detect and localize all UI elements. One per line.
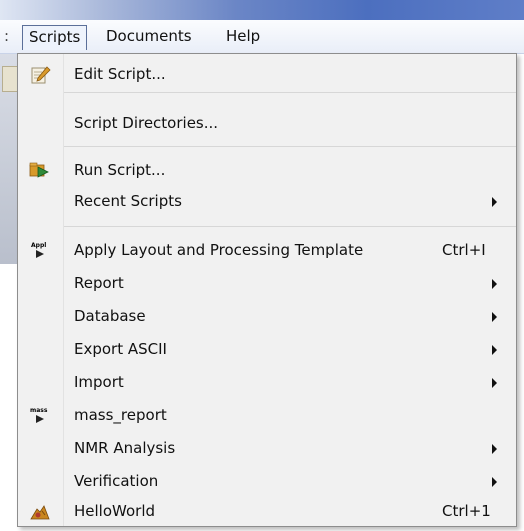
menu-separator bbox=[64, 92, 516, 93]
menu-documents[interactable]: Documents bbox=[100, 25, 198, 48]
title-bar bbox=[0, 0, 524, 20]
background-tool-icon bbox=[2, 66, 18, 92]
menu-separator bbox=[64, 146, 516, 147]
submenu-arrow-icon bbox=[492, 279, 497, 289]
menu-item-shortcut: Ctrl+I bbox=[442, 241, 486, 259]
menu-item-edit-script[interactable]: Edit Script... bbox=[18, 58, 516, 91]
edit-script-icon bbox=[29, 65, 51, 85]
menu-bar: : Scripts Documents Help bbox=[0, 20, 524, 54]
mass-report-icon: mass bbox=[29, 406, 51, 426]
menu-item-export-ascii[interactable]: Export ASCII bbox=[18, 333, 516, 366]
run-script-icon bbox=[29, 161, 51, 181]
menu-item-label: Edit Script... bbox=[74, 65, 166, 83]
menu-item-mass-report[interactable]: mass mass_report bbox=[18, 399, 516, 432]
menu-item-recent-scripts[interactable]: Recent Scripts bbox=[18, 185, 516, 218]
menu-item-label: NMR Analysis bbox=[74, 439, 176, 457]
menu-separator bbox=[64, 226, 516, 227]
menu-item-import[interactable]: Import bbox=[18, 366, 516, 399]
menu-item-verification[interactable]: Verification bbox=[18, 465, 516, 498]
submenu-arrow-icon bbox=[492, 197, 497, 207]
menu-bar-stub: : bbox=[4, 27, 10, 45]
menu-item-nmr-analysis[interactable]: NMR Analysis bbox=[18, 432, 516, 465]
menu-item-label: Database bbox=[74, 307, 146, 325]
menu-item-label: Verification bbox=[74, 472, 159, 490]
menu-item-label: Export ASCII bbox=[74, 340, 167, 358]
menu-item-report[interactable]: Report bbox=[18, 267, 516, 300]
submenu-arrow-icon bbox=[492, 378, 497, 388]
menu-item-label: Import bbox=[74, 373, 124, 391]
submenu-arrow-icon bbox=[492, 345, 497, 355]
menu-item-label: Script Directories... bbox=[74, 114, 219, 132]
menu-item-label: Apply Layout and Processing Template bbox=[74, 241, 364, 259]
menu-help[interactable]: Help bbox=[220, 25, 266, 48]
menu-item-label: Run Script... bbox=[74, 161, 166, 179]
hello-world-icon bbox=[29, 502, 51, 522]
menu-item-database[interactable]: Database bbox=[18, 300, 516, 333]
scripts-dropdown-menu: Edit Script... Script Directories... Run… bbox=[17, 53, 517, 527]
submenu-arrow-icon bbox=[492, 444, 497, 454]
menu-item-run-script[interactable]: Run Script... bbox=[18, 154, 516, 187]
menu-scripts[interactable]: Scripts bbox=[22, 25, 88, 50]
submenu-arrow-icon bbox=[492, 477, 497, 487]
submenu-arrow-icon bbox=[492, 312, 497, 322]
menu-item-label: Recent Scripts bbox=[74, 192, 182, 210]
menu-item-label: HelloWorld bbox=[74, 502, 156, 520]
menu-item-script-directories[interactable]: Script Directories... bbox=[18, 107, 516, 140]
apply-template-icon: Appl bbox=[29, 241, 51, 261]
menu-item-shortcut: Ctrl+1 bbox=[442, 502, 491, 520]
menu-item-label: Report bbox=[74, 274, 124, 292]
menu-item-apply-layout[interactable]: Appl Apply Layout and Processing Templat… bbox=[18, 234, 516, 267]
menu-item-hello-world[interactable]: HelloWorld Ctrl+1 bbox=[18, 495, 516, 528]
mass-icon-text: mass bbox=[30, 407, 48, 414]
menu-item-label: mass_report bbox=[74, 406, 167, 424]
apply-icon-text: Appl bbox=[31, 242, 46, 249]
